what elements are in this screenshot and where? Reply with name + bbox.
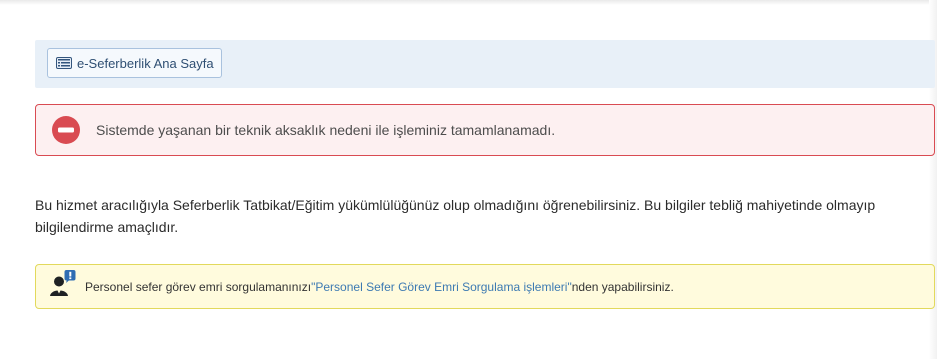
list-alt-icon [56,57,72,69]
notice-message: Personel sefer görev emri sorgulamanınız… [85,280,674,294]
home-button-label: e-Seferberlik Ana Sayfa [77,55,214,71]
error-alert: Sistemde yaşanan bir teknik aksaklık ned… [35,104,935,156]
personnel-sefer-query-link[interactable]: "Personel Sefer Görev Emri Sorgulama işl… [311,280,572,294]
person-exclamation-icon [48,269,78,304]
notice-text-before: Personel sefer görev emri sorgulamanınız… [85,279,312,294]
top-shadow [0,0,930,5]
personnel-notice: Personel sefer görev emri sorgulamanınız… [35,264,935,309]
error-message: Sistemde yaşanan bir teknik aksaklık ned… [96,122,556,138]
minus-circle-icon [52,116,80,144]
e-seferberlik-home-button[interactable]: e-Seferberlik Ana Sayfa [47,48,222,78]
info-paragraph: Bu hizmet aracılığıyla Seferberlik Tatbi… [35,197,876,235]
notice-text-after: nden yapabilirsiniz. [571,279,674,294]
navigation-panel: e-Seferberlik Ana Sayfa [35,40,935,88]
